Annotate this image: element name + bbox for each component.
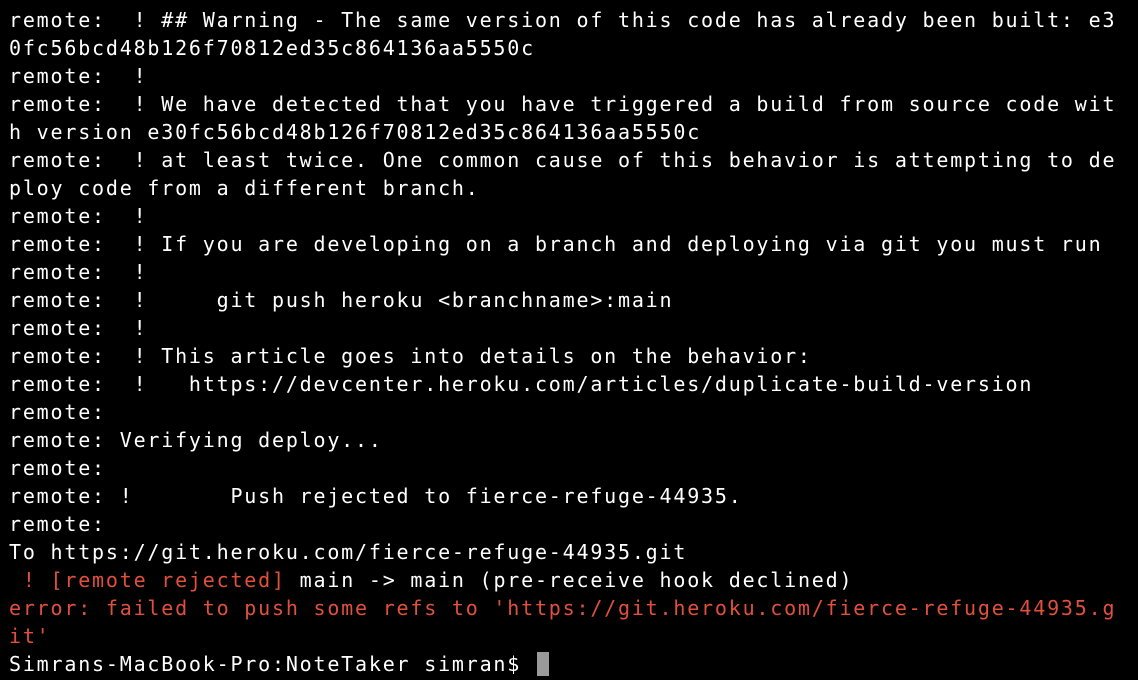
error-line: error: failed to push some refs to 'http… [9, 596, 1117, 620]
terminal-line: remote: [9, 512, 106, 536]
terminal-window[interactable]: remote: ! ## Warning - The same version … [0, 0, 1138, 680]
terminal-line: remote: [9, 400, 106, 424]
terminal-line: remote: ! at least twice. One common cau… [9, 148, 1117, 172]
remote-rejected-label: ! [remote rejected] [9, 568, 286, 592]
text-cursor [536, 652, 549, 676]
shell-prompt: Simrans-MacBook-Pro:NoteTaker simran$ [9, 652, 535, 676]
terminal-line: remote: ! Push rejected to fierce-refuge… [9, 484, 743, 508]
terminal-line: 0fc56bcd48b126f70812ed35c864136aa5550c [9, 36, 535, 60]
prompt-line[interactable]: Simrans-MacBook-Pro:NoteTaker simran$ [9, 650, 1138, 678]
terminal-line: h version e30fc56bcd48b126f70812ed35c864… [9, 120, 702, 144]
terminal-line: remote: ! [9, 204, 148, 228]
terminal-line: remote: ! [9, 64, 148, 88]
rejected-line: ! [remote rejected] main -> main (pre-re… [9, 566, 1138, 594]
terminal-line: remote: ! [9, 260, 148, 284]
terminal-line: remote: [9, 456, 106, 480]
terminal-line: remote: Verifying deploy... [9, 428, 383, 452]
terminal-line: To https://git.heroku.com/fierce-refuge-… [9, 540, 688, 564]
terminal-line: remote: ! ## Warning - The same version … [9, 8, 1117, 32]
terminal-line: remote: ! [9, 316, 148, 340]
terminal-line: remote: ! We have detected that you have… [9, 92, 1117, 116]
error-line: it' [9, 624, 51, 648]
terminal-line: remote: ! git push heroku <branchname>:m… [9, 288, 674, 312]
terminal-line: ploy code from a different branch. [9, 176, 480, 200]
rejected-detail: main -> main (pre-receive hook declined) [285, 568, 854, 592]
terminal-line: remote: ! This article goes into details… [9, 344, 812, 368]
terminal-line: remote: ! If you are developing on a bra… [9, 232, 1103, 256]
terminal-line: remote: ! https://devcenter.heroku.com/a… [9, 372, 1034, 396]
